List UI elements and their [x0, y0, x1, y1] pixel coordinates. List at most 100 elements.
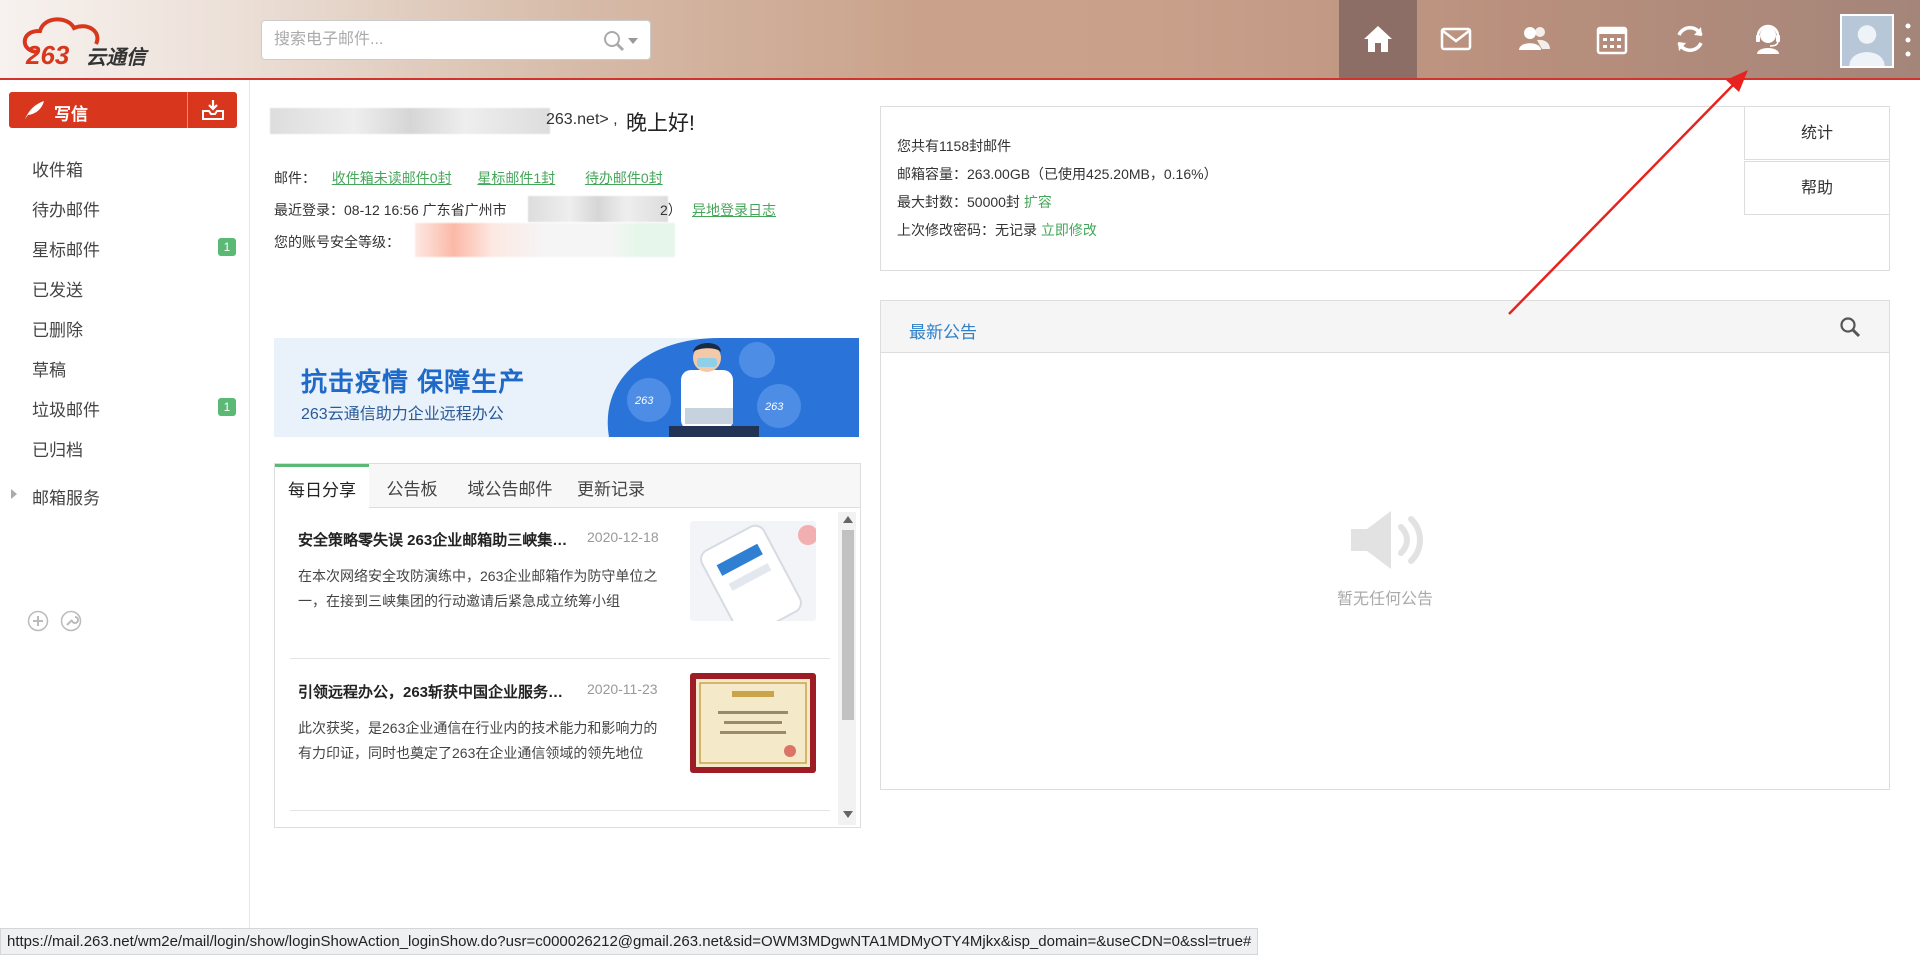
nav-calendar-button[interactable]: [1573, 0, 1651, 78]
compose-label: 写信: [54, 105, 88, 124]
banner-illustration: 263 263: [607, 338, 859, 437]
folder-archived[interactable]: 已归档: [0, 428, 249, 464]
folder-label: 邮箱服务: [32, 489, 100, 508]
max-mail-count: 最大封数：50000封: [897, 194, 1020, 210]
tab-bar: 每日分享 公告板 域公告邮件 更新记录: [275, 464, 860, 509]
add-folder-icon[interactable]: [27, 610, 49, 632]
more-options-icon[interactable]: [1905, 22, 1911, 58]
folder-label: 待办邮件: [32, 201, 100, 220]
scroll-up-icon[interactable]: [843, 516, 853, 523]
last-login-tail: 2）: [660, 202, 682, 218]
article-date: 2020-11-23: [587, 681, 658, 697]
greeting-text: 晚上好!: [626, 112, 695, 135]
avatar[interactable]: [1840, 14, 1894, 68]
article-summary: 在本次网络安全攻防演练中，263企业邮箱作为防守单位之一，在接到三峡集团的行动邀…: [298, 568, 658, 609]
article-title[interactable]: 安全策略零失误 263企业邮箱助三峡集团…: [298, 529, 568, 550]
chevron-down-icon[interactable]: [627, 37, 639, 45]
folder-sent[interactable]: 已发送: [0, 268, 249, 304]
mailbox-capacity: 邮箱容量：263.00GB（已使用425.20MB，0.16%）: [897, 166, 1218, 182]
empty-notice-text: 暂无任何公告: [1336, 591, 1433, 608]
starred-mail-link[interactable]: 星标邮件1封: [477, 170, 555, 186]
last-login-label: 最近登录：08-12 16:56 广东省广州市: [274, 202, 507, 218]
top-header: 263 云通信: [0, 0, 1920, 80]
compose-button[interactable]: 写信: [9, 92, 237, 128]
tab-bulletin-board[interactable]: 公告板: [369, 464, 455, 508]
unread-inbox-link[interactable]: 收件箱未读邮件0封: [332, 170, 452, 186]
security-level-line: 您的账号安全等级：: [274, 232, 400, 252]
folder-starred[interactable]: 星标邮件 1: [0, 228, 249, 264]
svg-text:263: 263: [25, 40, 70, 70]
max-mail-count-line: 最大封数：50000封 扩容: [897, 192, 1052, 212]
receive-mail-icon[interactable]: [201, 99, 225, 121]
brand-logo[interactable]: 263 云通信: [18, 12, 198, 70]
folder-deleted[interactable]: 已删除: [0, 308, 249, 344]
folder-label: 已删除: [32, 321, 83, 340]
nav-home-button[interactable]: [1339, 0, 1417, 78]
calendar-icon: [1596, 26, 1628, 55]
phone-image-icon: [690, 521, 816, 621]
expand-capacity-link[interactable]: 扩容: [1024, 194, 1052, 210]
redacted-ip: [528, 196, 668, 222]
sidebar: 写信 收件箱 待办邮件 星标邮件 1 已发送 已删除 草稿 垃圾邮件 1 已归档…: [0, 80, 250, 955]
folder-drafts[interactable]: 草稿: [0, 348, 249, 384]
latest-notice-panel: 最新公告 暂无任何公告: [880, 300, 1890, 790]
list-item[interactable]: 引领远程办公，263斩获中国企业服务年度大奖 2020-11-23 此次获奖，是…: [290, 661, 830, 811]
home-icon: [1364, 26, 1392, 52]
folder-label: 已归档: [32, 441, 83, 460]
mail-label: 邮件：: [274, 170, 316, 186]
unread-badge: 1: [218, 238, 236, 256]
folder-inbox[interactable]: 收件箱: [0, 148, 249, 184]
list-item[interactable]: 安全策略零失误 263企业邮箱助三峡集团… 2020-12-18 在本次网络安全…: [290, 509, 830, 659]
banner-title: 抗击疫情 保障生产: [301, 367, 526, 397]
statistics-button[interactable]: 统计: [1744, 106, 1890, 160]
feather-pen-icon: [25, 101, 44, 119]
article-title[interactable]: 引领远程办公，263斩获中国企业服务年度大奖: [298, 681, 568, 702]
article-thumbnail[interactable]: [690, 673, 816, 773]
last-login-line: 最近登录：08-12 16:56 广东省广州市: [274, 200, 507, 220]
folder-label: 草稿: [32, 361, 66, 380]
svg-text:263: 263: [634, 395, 654, 407]
search-box[interactable]: [261, 20, 651, 60]
remote-login-log-link[interactable]: 异地登录日志: [692, 200, 776, 220]
security-level-label: 您的账号安全等级：: [274, 234, 400, 250]
vertical-scrollbar[interactable]: [838, 512, 856, 825]
folder-mailbox-services[interactable]: 邮箱服务: [0, 476, 249, 512]
last-password-change: 上次修改密码：无记录: [897, 222, 1037, 238]
svg-text:263: 263: [764, 401, 784, 413]
todo-mail-link[interactable]: 待办邮件0封: [585, 170, 663, 186]
scroll-down-icon[interactable]: [843, 811, 853, 818]
folder-label: 垃圾邮件: [32, 401, 100, 420]
sync-icon: [1677, 26, 1703, 52]
tab-domain-notice-mail[interactable]: 域公告邮件: [455, 464, 565, 508]
banner-subtitle: 263云通信助力企业远程办公: [301, 406, 504, 423]
mail-summary-line: 邮件： 收件箱未读邮件0封 星标邮件1封 待办邮件0封: [274, 168, 663, 188]
password-change-line: 上次修改密码：无记录 立即修改: [897, 220, 1097, 240]
search-icon[interactable]: [1839, 316, 1861, 338]
tab-daily-share[interactable]: 每日分享: [275, 464, 369, 509]
news-tabs-panel: 每日分享 公告板 域公告邮件 更新记录 安全策略零失误 263企业邮箱助三峡集团…: [274, 463, 861, 828]
article-thumbnail[interactable]: [690, 521, 816, 621]
scroll-thumb[interactable]: [842, 530, 854, 720]
help-button[interactable]: 帮助: [1744, 161, 1890, 215]
mailbox-stats-panel: 您共有1158封邮件 邮箱容量：263.00GB（已使用425.20MB，0.1…: [880, 106, 1890, 271]
folder-todo[interactable]: 待办邮件: [0, 188, 249, 224]
nav-sync-button[interactable]: [1651, 0, 1729, 78]
notice-header: 最新公告: [881, 301, 1889, 353]
search-input[interactable]: [274, 21, 574, 59]
nav-support-button[interactable]: [1729, 0, 1807, 78]
redacted-email: [270, 108, 550, 134]
speaker-icon: [1351, 511, 1423, 569]
article-summary: 此次获奖，是263企业通信在行业内的技术能力和影响力的有力印证，同时也奠定了26…: [298, 720, 658, 761]
nav-contacts-button[interactable]: [1495, 0, 1573, 78]
change-password-link[interactable]: 立即修改: [1041, 222, 1097, 238]
notice-title: 最新公告: [909, 323, 977, 342]
total-mail-count: 您共有1158封邮件: [897, 138, 1012, 154]
nav-mail-button[interactable]: [1417, 0, 1495, 78]
folder-label: 星标邮件: [32, 241, 100, 260]
tab-update-log[interactable]: 更新记录: [565, 464, 657, 508]
wrench-settings-icon[interactable]: [60, 610, 82, 632]
promo-banner[interactable]: 抗击疫情 保障生产 263云通信助力企业远程办公 263 263: [274, 338, 859, 437]
search-icon[interactable]: [602, 30, 626, 52]
folder-spam[interactable]: 垃圾邮件 1: [0, 388, 249, 424]
article-date: 2020-12-18: [587, 529, 659, 545]
